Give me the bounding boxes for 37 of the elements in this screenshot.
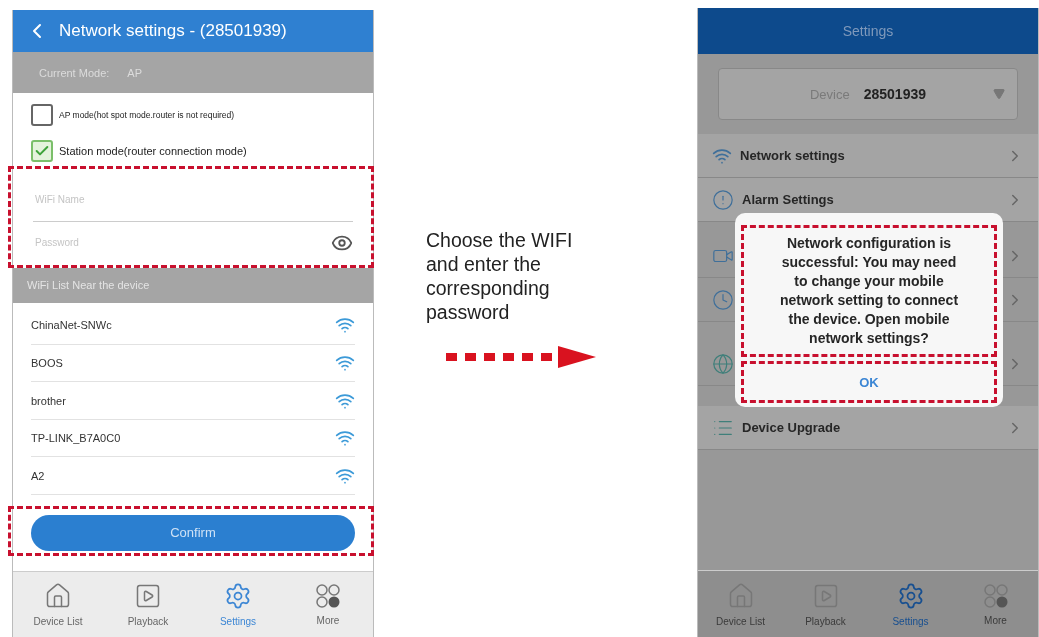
globe-icon [712,352,734,375]
network-item[interactable]: TP-LINK_B7A0C0 [31,419,355,458]
network-item[interactable]: ChinaNet-SNWc [31,307,355,345]
tab-bar-item[interactable]: Device List [698,571,783,637]
screen-title: Network settings - (28501939) [59,21,287,41]
grid-dots-icon [982,582,1009,609]
tab-bar-item[interactable]: Playback [783,571,868,637]
network-item[interactable]: A2 [31,457,355,495]
menu-item[interactable]: Device Upgrade [698,406,1038,450]
network-item[interactable]: BOOS [31,344,355,383]
checkbox[interactable] [31,104,53,127]
option-label: AP mode(hot spot mode.router is not required) [59,110,235,121]
alert-icon [712,188,734,211]
list-title: WiFi List Near the device [27,279,150,292]
instruction-text: Choose the WIFI and enter the corresponding password [426,228,574,324]
ok-button[interactable]: OK [744,364,994,400]
menu-item[interactable]: Network settings [698,134,1038,178]
dotted-arrow-icon [446,346,596,368]
tab-bar-item[interactable]: Device List [13,571,103,637]
tab-bar-item[interactable]: More [283,571,373,637]
screen-title: Settings [842,23,894,39]
option-label: Station mode(router connection mode) [59,144,247,157]
wifi-name-field[interactable]: WiFi Name [33,193,353,207]
dialog-message: Network configuration is successful: You may need to change your mobile network setting to connect the device. Open mobile network settings? [778,234,960,348]
network-item[interactable]: brother [31,382,355,420]
settings-icon [224,581,252,610]
tab-bar-item[interactable]: Settings [193,571,283,637]
checkbox[interactable] [31,139,53,162]
dropdown-icon [993,88,1005,100]
home-icon [44,581,72,610]
clock-icon [712,288,734,311]
tab-bar-item[interactable]: More [953,571,1038,637]
confirm-button[interactable]: Confirm [31,514,355,551]
grid-dots-icon [315,582,341,609]
tab-bar-item[interactable]: Playback [103,571,193,637]
wifi-icon [335,353,355,373]
password-field[interactable]: Password [33,236,331,250]
